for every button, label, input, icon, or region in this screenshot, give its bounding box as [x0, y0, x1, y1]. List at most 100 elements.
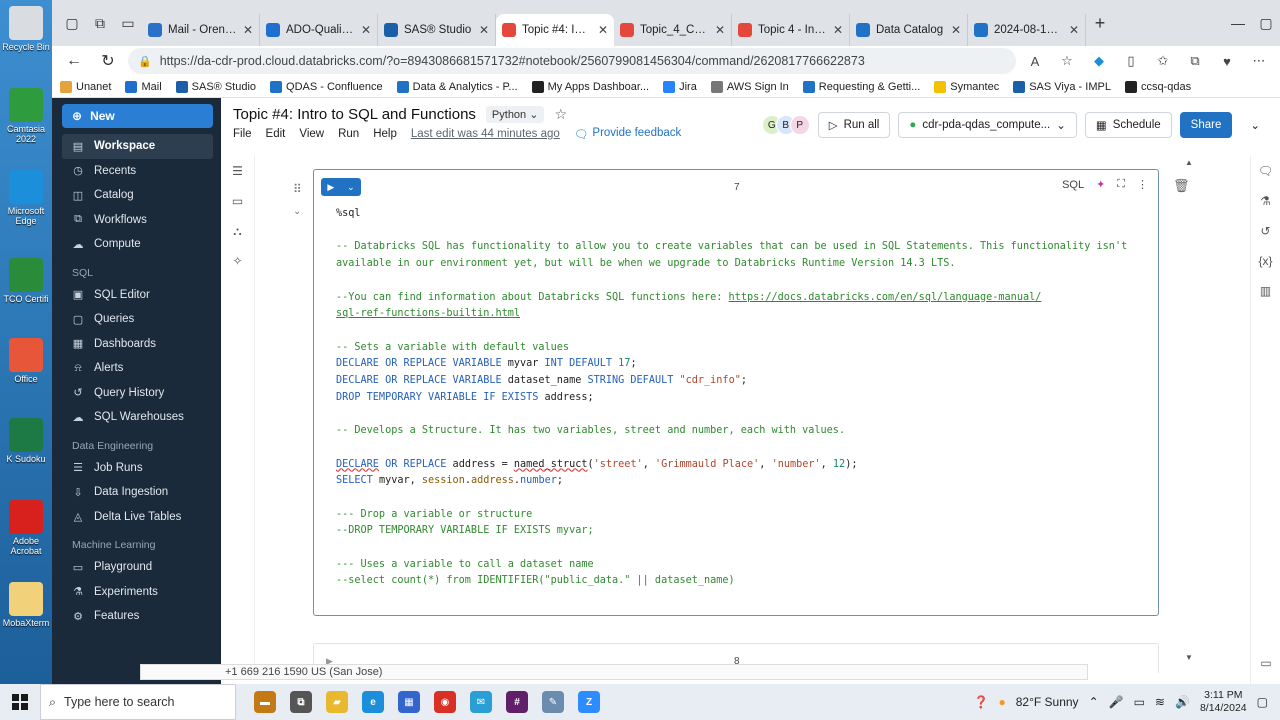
run-all-button[interactable]: ▷ Run all: [817, 112, 891, 138]
more-icon[interactable]: ⋯: [1246, 48, 1272, 74]
catalog-icon[interactable]: ⛬: [221, 216, 254, 246]
assistant-icon[interactable]: ✧: [221, 246, 254, 276]
sidebar-item[interactable]: ↺ Query History: [52, 381, 221, 406]
volume-icon[interactable]: 🔊: [1175, 695, 1190, 709]
bookmark-item[interactable]: Data & Analytics - P...: [396, 80, 518, 93]
workspaces-icon[interactable]: ⧉: [86, 9, 114, 37]
sidebar-item[interactable]: ▭ Playground: [52, 555, 221, 580]
code-cell[interactable]: ▶ ⌄ 7 SQL ✦ ⛶ ⋮ %sql -- Databricks SQL ha…: [313, 169, 1159, 616]
chart-icon[interactable]: ▥: [1251, 276, 1280, 306]
store-icon[interactable]: ▦: [398, 691, 420, 713]
workspace-browser-icon[interactable]: ▭: [221, 186, 254, 216]
sidebar-item[interactable]: ◫ Catalog: [52, 183, 221, 208]
sidebar-item[interactable]: ▦ Dashboards: [52, 332, 221, 357]
minimize-button[interactable]: —: [1224, 9, 1252, 37]
scrollbar[interactable]: ▲ ▼: [1183, 158, 1197, 662]
close-icon[interactable]: ✕: [361, 23, 371, 37]
briefcase-icon[interactable]: ▬: [254, 691, 276, 713]
file-explorer-icon[interactable]: ▰: [326, 691, 348, 713]
desktop-icon[interactable]: Adobe Acrobat: [2, 500, 50, 556]
language-selector[interactable]: Python ⌄: [485, 106, 545, 123]
collapse-header-button[interactable]: ⌄: [1240, 112, 1270, 138]
bookmark-item[interactable]: AWS Sign In: [710, 80, 789, 93]
avatar[interactable]: P: [789, 115, 810, 135]
menu-item[interactable]: Edit: [266, 128, 286, 140]
run-cell-button[interactable]: ▶ ⌄: [321, 178, 361, 196]
microphone-icon[interactable]: 🎤: [1109, 695, 1124, 709]
close-icon[interactable]: ✕: [598, 23, 608, 37]
edge-icon[interactable]: e: [362, 691, 384, 713]
bookmark-item[interactable]: My Apps Dashboar...: [531, 80, 649, 93]
chrome-icon[interactable]: ◉: [434, 691, 456, 713]
expand-icon[interactable]: ⛶: [1117, 178, 1125, 191]
tab-actions-icon[interactable]: ▭: [114, 9, 142, 37]
extension-icon[interactable]: ◆: [1086, 48, 1112, 74]
favorites-icon[interactable]: ✩: [1150, 48, 1176, 74]
provide-feedback-link[interactable]: 🗨 Provide feedback: [574, 127, 681, 141]
sidebar-item[interactable]: ☁ Compute: [52, 232, 221, 257]
desktop-icon[interactable]: TCO Certifi: [2, 258, 50, 304]
collapse-cell-icon[interactable]: ⌄: [293, 206, 301, 217]
browser-tab[interactable]: Data Catalog ✕: [850, 14, 968, 46]
sidebar-item[interactable]: ◷ Recents: [52, 159, 221, 184]
sidebar-item[interactable]: ▣ SQL Editor: [52, 283, 221, 308]
taskbar-search[interactable]: ⌕ Type here to search: [40, 684, 236, 720]
panel-icon[interactable]: ▭: [1251, 648, 1280, 678]
sidebar-item[interactable]: ⚙ Features: [52, 604, 221, 629]
address-bar[interactable]: 🔒 https://da-cdr-prod.cloud.databricks.c…: [128, 48, 1016, 74]
cluster-selector[interactable]: ● cdr-pda-qdas_compute... ⌄: [898, 112, 1077, 138]
sidebar-item[interactable]: ⇩ Data Ingestion: [52, 480, 221, 505]
last-edit-link[interactable]: Last edit was 44 minutes ago: [411, 128, 560, 140]
collections-icon[interactable]: ⧉: [1182, 48, 1208, 74]
chevron-up-icon[interactable]: ⌃: [1089, 695, 1099, 709]
browser-tab[interactable]: Topic 4 - Intro ✕: [732, 14, 850, 46]
close-icon[interactable]: ✕: [833, 23, 843, 37]
bookmark-item[interactable]: ccsq-qdas: [1124, 80, 1191, 93]
close-icon[interactable]: ✕: [243, 23, 253, 37]
bookmark-item[interactable]: Jira: [663, 80, 697, 93]
bookmark-item[interactable]: QDAS - Confluence: [270, 80, 383, 93]
table-of-contents-icon[interactable]: ☰: [221, 156, 254, 186]
sidebar-item[interactable]: ▢ Queries: [52, 307, 221, 332]
bookmark-item[interactable]: SAS® Studio: [175, 80, 256, 93]
bookmark-item[interactable]: Unanet: [60, 80, 111, 93]
help-icon[interactable]: ❓: [974, 695, 989, 709]
sidebar-item[interactable]: ◬ Delta Live Tables: [52, 505, 221, 530]
close-icon[interactable]: ✕: [715, 23, 725, 37]
experiment-icon[interactable]: ⚗: [1251, 186, 1280, 216]
desktop-icon[interactable]: MobaXterm: [2, 582, 50, 628]
browser-tab[interactable]: Topic_4_Config ✕: [614, 14, 732, 46]
performance-icon[interactable]: ♥: [1214, 48, 1240, 74]
new-tab-button[interactable]: +: [1086, 9, 1114, 37]
notebook-title[interactable]: Topic #4: Intro to SQL and Functions: [233, 106, 476, 123]
slack-icon[interactable]: #: [506, 691, 528, 713]
split-screen-icon[interactable]: ▯: [1118, 48, 1144, 74]
history-icon[interactable]: ↺: [1251, 216, 1280, 246]
code-editor[interactable]: %sql -- Databricks SQL has functionality…: [336, 206, 1127, 590]
favorite-star-icon[interactable]: ☆: [1054, 48, 1080, 74]
bookmark-item[interactable]: Symantec: [934, 80, 999, 93]
sidebar-item[interactable]: ▤ Workspace: [62, 134, 213, 159]
scroll-down-icon[interactable]: ▼: [1185, 653, 1193, 662]
refresh-button[interactable]: ↻: [94, 48, 122, 74]
windows-start-button[interactable]: [0, 684, 40, 720]
zoom-icon[interactable]: Z: [578, 691, 600, 713]
browser-tab[interactable]: Mail - Oren Pe ✕: [142, 14, 260, 46]
close-icon[interactable]: ✕: [951, 23, 961, 37]
favorite-star-icon[interactable]: ☆: [554, 106, 567, 123]
menu-item[interactable]: Help: [373, 128, 397, 140]
read-aloud-icon[interactable]: A: [1022, 48, 1048, 74]
menu-item[interactable]: File: [233, 128, 252, 140]
comments-icon[interactable]: 🗨: [1251, 156, 1280, 186]
schedule-button[interactable]: ▦ Schedule: [1084, 112, 1172, 138]
close-icon[interactable]: ✕: [479, 23, 489, 37]
desktop-icon[interactable]: K Sudoku: [2, 418, 50, 464]
sidebar-item[interactable]: ⚗ Experiments: [52, 580, 221, 605]
browser-tab[interactable]: 2024-08-14 Of ✕: [968, 14, 1086, 46]
scroll-up-icon[interactable]: ▲: [1185, 158, 1193, 167]
weather-text[interactable]: 82°F Sunny: [1016, 695, 1079, 709]
sidebar-item[interactable]: ☰ Job Runs: [52, 456, 221, 481]
profile-icon[interactable]: ▢: [58, 9, 86, 37]
variables-icon[interactable]: {x}: [1251, 246, 1280, 276]
bookmark-item[interactable]: SAS Viya - IMPL: [1013, 80, 1111, 93]
